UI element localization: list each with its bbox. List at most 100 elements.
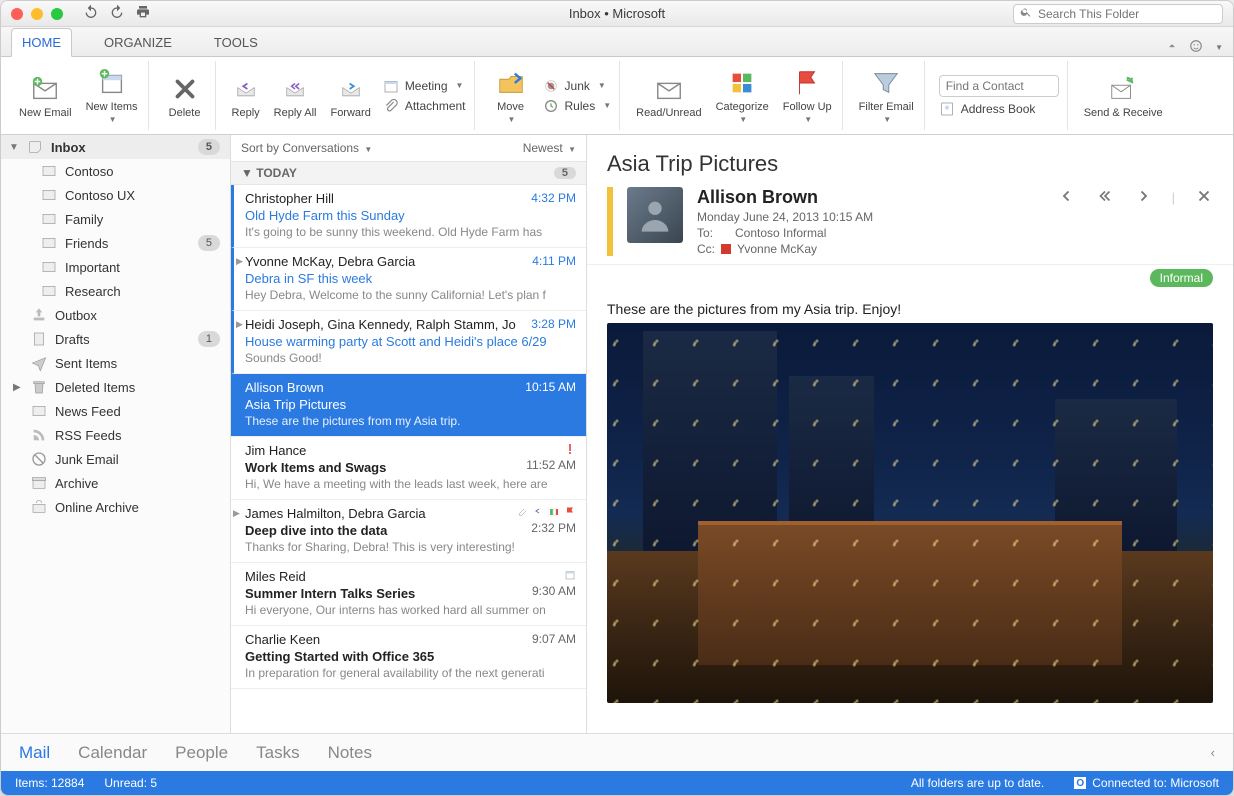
reply-button[interactable]: Reply [230, 71, 262, 121]
next-message-icon[interactable] [1134, 187, 1152, 208]
message-item[interactable]: Miles ReidSummer Intern Talks Series9:30… [231, 563, 586, 626]
message-header: Allison Brown Monday June 24, 2013 10:15… [587, 187, 1233, 265]
category-pill[interactable]: Informal [1150, 269, 1213, 287]
message-preview: Hi everyone, Our interns has worked hard… [245, 603, 576, 617]
list-header: Sort by Conversations ▼ Newest ▼ [231, 135, 586, 162]
folder-sent[interactable]: Sent Items [1, 351, 230, 375]
redo-icon[interactable] [109, 4, 125, 23]
folder-contoso-ux[interactable]: Contoso UX [1, 183, 230, 207]
junk-button[interactable]: Junk▼ [543, 78, 612, 94]
message-item[interactable]: Allison Brown10:15 AMAsia Trip PicturesT… [231, 374, 586, 437]
sent-icon [31, 355, 47, 371]
chevron-right-icon: ▶ [13, 382, 23, 393]
new-items-button[interactable]: New Items▼ [84, 65, 140, 126]
find-contact-input[interactable] [939, 75, 1059, 97]
nav-tasks[interactable]: Tasks [256, 743, 299, 763]
attachment-image [607, 323, 1213, 703]
message-preview: It's going to be sunny this weekend. Old… [245, 225, 576, 239]
ribbon-tabs: HOME ORGANIZE TOOLS ▼ [1, 27, 1233, 57]
smiley-icon[interactable] [1189, 39, 1203, 56]
message-from: Jim Hance [245, 443, 306, 458]
sort-button[interactable]: Sort by Conversations ▼ [241, 141, 372, 155]
message-time: 4:11 PM [532, 254, 576, 269]
close-message-icon[interactable] [1195, 187, 1213, 208]
message-item[interactable]: Jim HanceWork Items and Swags11:52 AMHi,… [231, 437, 586, 500]
folder-contoso[interactable]: Contoso [1, 159, 230, 183]
nav-calendar[interactable]: Calendar [78, 743, 147, 763]
tab-tools[interactable]: TOOLS [204, 29, 268, 56]
folder-junk[interactable]: Junk Email [1, 447, 230, 471]
move-button[interactable]: Move▼ [489, 65, 533, 126]
status-sync: All folders are up to date. [911, 776, 1044, 790]
message-time: 3:28 PM [531, 317, 576, 332]
chevron-down-icon[interactable]: ▼ [1215, 43, 1223, 52]
group-header-today[interactable]: ▼ TODAY 5 [231, 162, 586, 185]
rss-icon [31, 427, 47, 443]
search-box[interactable] [1013, 4, 1223, 24]
categorize-button[interactable]: Categorize▼ [714, 65, 771, 126]
folder-news[interactable]: News Feed [1, 399, 230, 423]
message-item[interactable]: ▶Yvonne McKay, Debra Garcia4:11 PMDebra … [231, 248, 586, 311]
rules-button[interactable]: Rules▼ [543, 98, 612, 114]
category-square [721, 244, 731, 254]
folder-outbox[interactable]: Outbox [1, 303, 230, 327]
minimize-window-button[interactable] [31, 8, 43, 20]
expand-nav-icon[interactable]: ‹ [1211, 745, 1215, 760]
folder-research[interactable]: Research [1, 279, 230, 303]
nav-people[interactable]: People [175, 743, 228, 763]
folder-drafts[interactable]: Drafts1 [1, 327, 230, 351]
message-from: Heidi Joseph, Gina Kennedy, Ralph Stamm,… [245, 317, 516, 332]
meeting-button[interactable]: Meeting▼ [383, 78, 466, 94]
prev-message-icon[interactable] [1058, 187, 1076, 208]
message-time: 9:07 AM [532, 632, 576, 647]
attachment-button[interactable]: Attachment [383, 98, 466, 114]
undo-icon[interactable] [83, 4, 99, 23]
message-time: 9:30 AM [532, 584, 576, 601]
search-icon [1020, 6, 1032, 21]
follow-up-button[interactable]: Follow Up▼ [781, 65, 834, 126]
folder-important[interactable]: Important [1, 255, 230, 279]
close-window-button[interactable] [11, 8, 23, 20]
collapse-ribbon-icon[interactable] [1165, 39, 1179, 56]
folder-inbox[interactable]: ▼ Inbox 5 [1, 135, 230, 159]
delete-button[interactable]: Delete [163, 71, 207, 121]
message-item[interactable]: Christopher Hill4:32 PMOld Hyde Farm thi… [231, 185, 586, 248]
message-from: Christopher Hill [245, 191, 334, 206]
unread-badge: 5 [198, 235, 220, 251]
nav-notes[interactable]: Notes [328, 743, 372, 763]
address-book-button[interactable]: Address Book [939, 101, 1059, 117]
tab-organize[interactable]: ORGANIZE [94, 29, 182, 56]
message-item[interactable]: Charlie Keen9:07 AMGetting Started with … [231, 626, 586, 689]
search-input[interactable] [1038, 7, 1216, 21]
online-archive-icon [31, 499, 47, 515]
folder-online-archive[interactable]: Online Archive [1, 495, 230, 519]
forward-button[interactable]: Forward [328, 71, 372, 121]
message-time: 2:32 PM [531, 521, 576, 538]
window-controls [11, 8, 63, 20]
message-subject: Deep dive into the data [245, 523, 387, 538]
filter-email-button[interactable]: Filter Email▼ [857, 65, 916, 126]
message-from: Allison Brown [245, 380, 324, 395]
reply-all-button[interactable]: Reply All [272, 71, 319, 121]
new-email-button[interactable]: New Email [17, 71, 74, 121]
tab-home[interactable]: HOME [11, 28, 72, 57]
app-window: Inbox • Microsoft HOME ORGANIZE TOOLS ▼ … [0, 0, 1234, 796]
message-subject: Debra in SF this week [245, 271, 372, 286]
order-button[interactable]: Newest ▼ [523, 141, 576, 155]
folder-archive[interactable]: Archive [1, 471, 230, 495]
folder-rss[interactable]: RSS Feeds [1, 423, 230, 447]
message-preview: Hi, We have a meeting with the leads las… [245, 477, 576, 491]
read-unread-button[interactable]: Read/Unread [634, 71, 703, 121]
folder-deleted[interactable]: ▶Deleted Items [1, 375, 230, 399]
print-icon[interactable] [135, 4, 151, 23]
maximize-window-button[interactable] [51, 8, 63, 20]
cc-label: Cc: [697, 242, 715, 256]
nav-mail[interactable]: Mail [19, 743, 50, 763]
send-receive-button[interactable]: Send & Receive [1082, 71, 1165, 121]
message-item[interactable]: ▶James Halmilton, Debra GarciaDeep dive … [231, 500, 586, 563]
folder-family[interactable]: Family [1, 207, 230, 231]
folder-friends[interactable]: Friends5 [1, 231, 230, 255]
message-item[interactable]: ▶Heidi Joseph, Gina Kennedy, Ralph Stamm… [231, 311, 586, 374]
thread-chevron-icon: ▶ [236, 319, 243, 330]
reply-all-icon[interactable] [1096, 187, 1114, 208]
